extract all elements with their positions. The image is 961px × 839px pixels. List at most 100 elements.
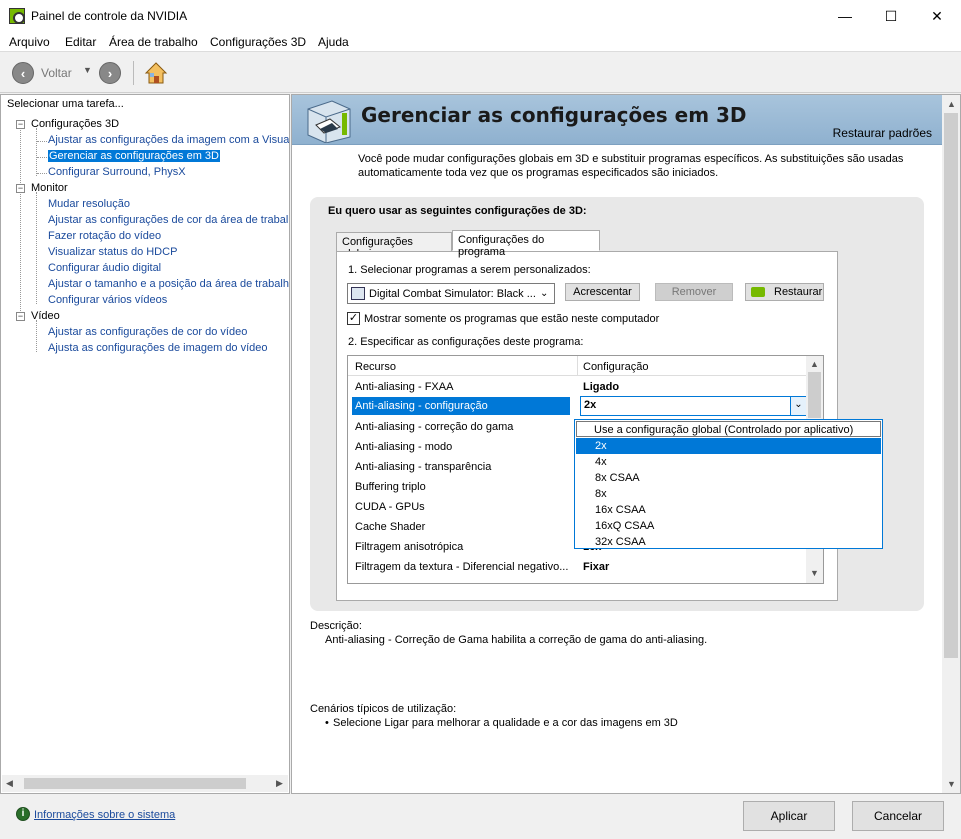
restore-program-button[interactable]: Restaurar (745, 283, 824, 301)
tree-item-cor-video[interactable]: Ajustar as configurações de cor do vídeo (48, 326, 247, 338)
dropdown-option[interactable]: Use a configuração global (Controlado po… (576, 421, 881, 437)
remove-program-button[interactable]: Remover (655, 283, 733, 301)
antialiasing-options-list[interactable]: Use a configuração global (Controlado po… (574, 419, 883, 549)
step1-label: 1. Selecionar programas a serem personal… (348, 264, 591, 276)
tree-connector (37, 173, 47, 174)
info-icon[interactable]: i (16, 807, 30, 821)
grid-row[interactable]: Anti-aliasing - FXAA Ligado (348, 377, 806, 397)
header-recurso[interactable]: Recurso (355, 361, 396, 373)
combobox-value: 2x (584, 399, 597, 411)
home-icon[interactable] (144, 61, 168, 85)
close-button[interactable]: ✕ (914, 0, 960, 32)
row-feature: Anti-aliasing - configuração (355, 400, 488, 412)
window-title: Painel de controle da NVIDIA (31, 9, 188, 23)
menu-editar[interactable]: Editar (65, 35, 96, 49)
tree-connector (37, 157, 47, 158)
tree-item-rotacao-video[interactable]: Fazer rotação do vídeo (48, 230, 161, 242)
page-title: Gerenciar as configurações em 3D (361, 103, 747, 127)
tree-item-audio-digital[interactable]: Configurar áudio digital (48, 262, 161, 274)
tree-item-ajustar-imagem-visualizacao[interactable]: Ajustar as configurações da imagem com a… (48, 134, 289, 146)
grid-row[interactable]: Filtragem da textura - Diferencial negat… (348, 557, 806, 577)
tree-item-imagem-video[interactable]: Ajusta as configurações de imagem do víd… (48, 342, 268, 354)
scroll-thumb[interactable] (24, 778, 246, 789)
tree-item-surround-physx[interactable]: Configurar Surround, PhysX (48, 166, 186, 178)
expand-monitor-icon[interactable]: − (16, 184, 25, 193)
usage-item: Selecione Ligar para melhorar a qualidad… (333, 717, 678, 729)
apply-button[interactable]: Aplicar (743, 801, 835, 831)
scroll-thumb[interactable] (944, 113, 958, 658)
tree-connector (37, 141, 47, 142)
scroll-up-icon[interactable]: ▲ (947, 99, 956, 109)
tab-configuracoes-globais[interactable]: Configurações globais (336, 232, 452, 260)
tree-item-tamanho-posicao[interactable]: Ajustar o tamanho e a posição da área de… (48, 278, 289, 290)
back-arrow-icon[interactable]: ‹ (12, 62, 34, 84)
tree-group-configuracoes-3d[interactable]: Configurações 3D (31, 118, 119, 130)
dropdown-option[interactable]: 8x (576, 486, 881, 502)
maximize-button[interactable]: ☐ (868, 0, 914, 32)
scroll-down-icon[interactable]: ▼ (810, 568, 819, 578)
section-heading: Eu quero usar as seguintes configurações… (328, 205, 587, 217)
left-horizontal-scrollbar[interactable]: ◀ ▶ (2, 775, 288, 792)
expand-video-icon[interactable]: − (16, 312, 25, 321)
footer-bar: i Informações sobre o sistema Aplicar Ca… (0, 795, 961, 839)
menu-bar: Arquivo Editar Área de trabalho Configur… (0, 32, 961, 52)
menu-arquivo[interactable]: Arquivo (9, 35, 50, 49)
scroll-up-icon[interactable]: ▲ (810, 359, 819, 369)
menu-ajuda[interactable]: Ajuda (318, 35, 349, 49)
toolbar-separator (133, 61, 134, 85)
tree-connector (36, 320, 37, 352)
show-installed-label[interactable]: Mostrar somente os programas que estão n… (364, 313, 659, 325)
intro-text: Você pode mudar configurações globais em… (358, 153, 904, 179)
header-configuracao[interactable]: Configuração (583, 361, 648, 373)
tree-connector (36, 128, 37, 176)
task-tree: − Configurações 3D Ajustar as configuraç… (1, 117, 289, 772)
system-info-link[interactable]: Informações sobre o sistema (34, 809, 175, 821)
expand-configuracoes-3d-icon[interactable]: − (16, 120, 25, 129)
restore-defaults-link[interactable]: Restaurar padrões (833, 126, 932, 140)
program-select[interactable]: Digital Combat Simulator: Black ... ⌄ (347, 283, 555, 304)
dropdown-option[interactable]: 8x CSAA (576, 470, 881, 486)
tree-item-cor-area-trabalho[interactable]: Ajustar as configurações de cor da área … (48, 214, 288, 226)
chevron-down-icon: ⌄ (540, 288, 549, 299)
content-vertical-scrollbar[interactable]: ▲ ▼ (942, 95, 960, 793)
tree-group-video[interactable]: Vídeo (31, 310, 60, 322)
dropdown-option[interactable]: 4x (576, 454, 881, 470)
chevron-down-icon[interactable]: ⌄ (790, 397, 806, 415)
tree-connector (20, 128, 21, 311)
task-panel: Selecionar uma tarefa... − Configurações… (0, 94, 290, 794)
dropdown-option[interactable]: 32x CSAA (576, 534, 881, 550)
description-text: Anti-aliasing - Correção de Gama habilit… (325, 634, 708, 646)
tree-group-monitor[interactable]: Monitor (31, 182, 68, 194)
toolbar: ‹ Voltar ▼ › (0, 53, 961, 93)
dropdown-option[interactable]: 16x CSAA (576, 502, 881, 518)
scroll-thumb[interactable] (808, 372, 821, 418)
back-history-chevron-icon[interactable]: ▼ (83, 65, 92, 75)
cancel-button[interactable]: Cancelar (852, 801, 944, 831)
tree-item-mudar-resolucao[interactable]: Mudar resolução (48, 198, 130, 210)
scroll-right-icon[interactable]: ▶ (276, 778, 283, 789)
step2-label: 2. Especificar as configurações deste pr… (348, 336, 584, 348)
tree-item-varios-videos[interactable]: Configurar vários vídeos (48, 294, 167, 306)
tree-item-status-hdcp[interactable]: Visualizar status do HDCP (48, 246, 177, 258)
tree-item-gerenciar-3d[interactable]: Gerenciar as configurações em 3D (48, 150, 220, 162)
back-label[interactable]: Voltar (41, 66, 72, 80)
show-installed-checkbox[interactable]: ✓ (347, 312, 360, 325)
menu-area-de-trabalho[interactable]: Área de trabalho (109, 35, 198, 49)
menu-configuracoes-3d[interactable]: Configurações 3D (210, 35, 306, 49)
description-label: Descrição: (310, 620, 362, 632)
forward-arrow-icon[interactable]: › (99, 62, 121, 84)
column-divider (577, 356, 578, 376)
add-program-button[interactable]: Acrescentar (565, 283, 640, 301)
scroll-down-icon[interactable]: ▼ (947, 779, 956, 789)
row-feature: Filtragem da textura - Diferencial negat… (355, 561, 569, 573)
dropdown-option-highlighted[interactable]: 2x (576, 438, 881, 454)
dropdown-option[interactable]: 16xQ CSAA (576, 518, 881, 534)
minimize-button[interactable]: — (822, 0, 868, 32)
row-value: Fixar (583, 561, 610, 573)
tab-configuracoes-programa[interactable]: Configurações do programa (452, 230, 600, 258)
page-banner: Gerenciar as configurações em 3D Restaur… (292, 95, 942, 145)
scroll-left-icon[interactable]: ◀ (6, 778, 13, 789)
nvidia-logo-icon (751, 287, 765, 297)
row-feature: Buffering triplo (355, 481, 426, 493)
antialiasing-setting-combobox[interactable]: 2x ⌄ (580, 396, 806, 416)
